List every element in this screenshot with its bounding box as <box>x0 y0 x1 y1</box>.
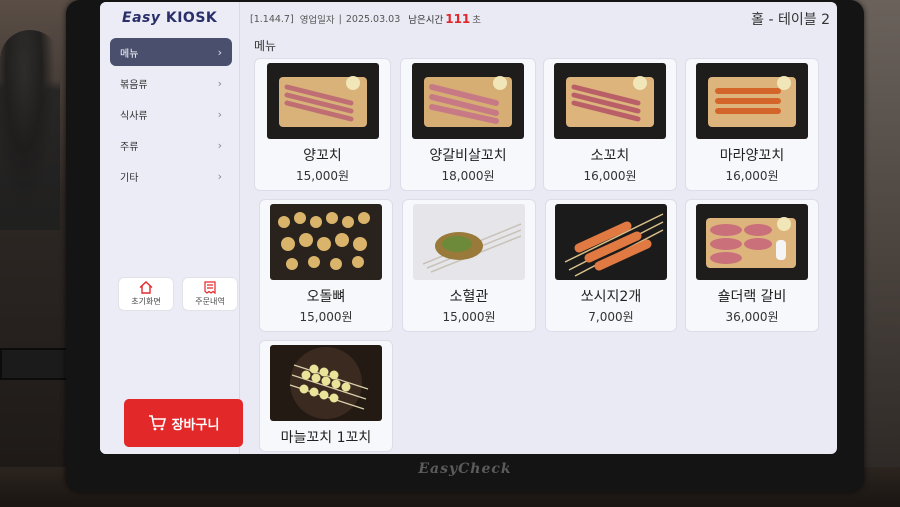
product-image <box>266 63 379 139</box>
product-card-cartilage[interactable]: 오돌뼈 15,000원 <box>259 199 393 332</box>
order-history-button[interactable]: 주문내역 <box>182 277 238 311</box>
sidebar-item-label: 메뉴 <box>120 48 139 60</box>
product-card-beef-skewer[interactable]: 소꼬치 16,000원 <box>543 58 677 191</box>
chevron-right-icon: › <box>217 107 222 121</box>
product-name: 숄더랙 갈비 <box>717 289 787 305</box>
product-card-garlic-skewer[interactable]: 마늘꼬치 1꼬치 <box>259 340 393 452</box>
remaining-time-value: 111 <box>445 12 471 26</box>
separator: | <box>338 13 342 25</box>
receipt-icon <box>204 281 216 294</box>
product-image <box>555 204 667 280</box>
product-name: 소혈관 <box>449 289 489 305</box>
product-price: 36,000원 <box>725 310 779 324</box>
product-image <box>554 63 666 139</box>
chevron-right-icon: › <box>217 45 222 59</box>
sidebar-item-stir-fry[interactable]: 볶음류 › <box>110 69 232 97</box>
product-image <box>696 204 808 280</box>
product-card-beef-aorta[interactable]: 소혈관 15,000원 <box>402 199 536 332</box>
sidebar: Easy KIOSK 메뉴 › 볶음류 › 식사류 › 주류 › 기타 › 초기… <box>100 2 240 454</box>
product-image <box>270 345 382 421</box>
app-logo: Easy KIOSK <box>122 10 217 26</box>
product-price: 7,000원 <box>588 310 634 324</box>
chevron-right-icon: › <box>217 76 222 90</box>
product-price: 16,000원 <box>583 169 637 183</box>
remaining-time-label: 남은시간 <box>408 15 444 26</box>
product-image <box>412 63 524 139</box>
cart-button[interactable]: 장바구니 <box>124 399 243 447</box>
sidebar-item-menu[interactable]: 메뉴 › <box>110 38 232 66</box>
product-image <box>270 204 382 280</box>
business-date-label: 영업일자 <box>299 15 335 26</box>
product-card-sausage[interactable]: 쏘시지2개 7,000원 <box>545 199 677 332</box>
chevron-right-icon: › <box>217 169 222 183</box>
product-name: 마늘꼬치 1꼬치 <box>280 430 372 446</box>
table-label: 홀 - 테이블 2 <box>751 12 830 28</box>
sidebar-item-label: 식사류 <box>120 110 148 122</box>
remaining-time-unit: 초 <box>472 15 482 26</box>
home-button-label: 초기화면 <box>131 297 161 306</box>
home-button[interactable]: 초기화면 <box>118 277 174 311</box>
product-card-shoulder-rack-rib[interactable]: 숄더랙 갈비 36,000원 <box>685 199 819 332</box>
section-title: 메뉴 <box>254 39 277 53</box>
product-card-lamb-skewer[interactable]: 양꼬치 15,000원 <box>254 58 391 191</box>
product-price: 15,000원 <box>299 310 353 324</box>
sidebar-item-drinks[interactable]: 주류 › <box>110 131 232 159</box>
product-name: 마라양꼬치 <box>719 148 785 164</box>
product-name: 양꼬치 <box>303 148 342 164</box>
sidebar-item-meals[interactable]: 식사류 › <box>110 100 232 128</box>
cart-icon <box>148 415 166 431</box>
product-price: 15,000원 <box>295 169 350 183</box>
sidebar-item-label: 주류 <box>120 141 139 153</box>
sidebar-item-label: 기타 <box>120 172 139 184</box>
product-name: 양갈비살꼬치 <box>429 148 507 164</box>
status-bar: [1.144.7] 영업일자 | 2025.03.03 남은시간 111 초 홀… <box>250 10 830 28</box>
product-card-lamb-rib-skewer[interactable]: 양갈비살꼬치 18,000원 <box>400 58 536 191</box>
power-cable <box>0 348 75 380</box>
product-card-mala-lamb-skewer[interactable]: 마라양꼬치 16,000원 <box>685 58 819 191</box>
product-image <box>413 204 525 280</box>
product-price: 16,000원 <box>725 169 779 183</box>
product-price: 15,000원 <box>442 310 496 324</box>
product-name: 쏘시지2개 <box>580 289 642 305</box>
app-version: [1.144.7] <box>250 13 294 25</box>
category-nav: 메뉴 › 볶음류 › 식사류 › 주류 › 기타 › <box>110 38 232 193</box>
sidebar-item-etc[interactable]: 기타 › <box>110 162 232 190</box>
business-date: 2025.03.03 <box>345 13 401 25</box>
kiosk-screen: Easy KIOSK 메뉴 › 볶음류 › 식사류 › 주류 › 기타 › 초기… <box>100 2 837 454</box>
product-price: 18,000원 <box>441 169 495 183</box>
cart-button-label: 장바구니 <box>171 417 220 433</box>
bezel-brand-logo: EasyCheck <box>418 461 512 477</box>
chevron-right-icon: › <box>217 138 222 152</box>
logo-easy: Easy <box>122 10 161 26</box>
product-name: 소꼬치 <box>590 148 630 164</box>
product-image <box>696 63 808 139</box>
background-person <box>0 30 60 230</box>
logo-kiosk: KIOSK <box>165 10 218 26</box>
home-icon <box>139 281 153 294</box>
product-name: 오돌뼈 <box>306 289 346 305</box>
sidebar-item-label: 볶음류 <box>120 79 148 91</box>
order-history-label: 주문내역 <box>195 297 225 306</box>
